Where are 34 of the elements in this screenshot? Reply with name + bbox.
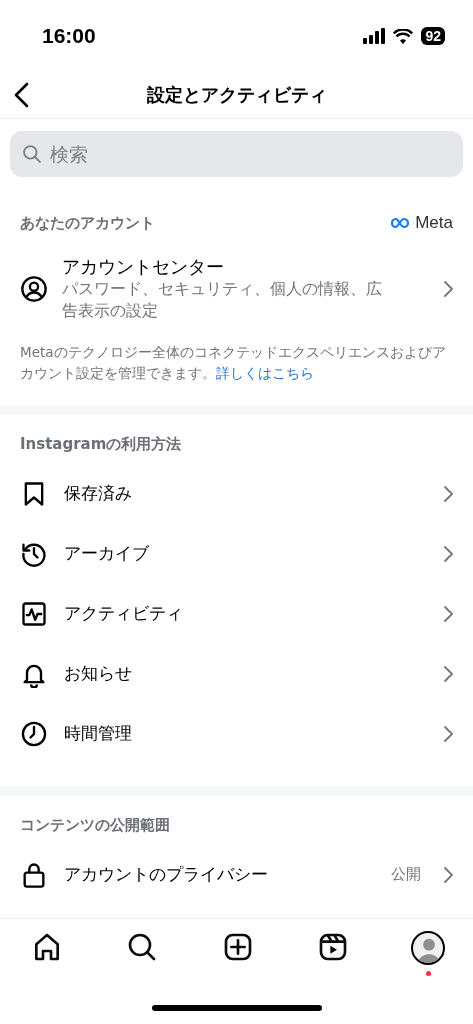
section-title: Instagramの利用方法: [20, 434, 182, 454]
status-time: 16:00: [42, 24, 96, 48]
section-title: コンテンツの公開範囲: [20, 815, 170, 835]
settings-item[interactable]: アカウントのプライバシー 公開: [0, 844, 473, 905]
settings-item[interactable]: アクティビティ: [0, 583, 473, 644]
chevron-icon: [443, 279, 453, 298]
settings-item[interactable]: 時間管理: [0, 703, 473, 764]
chevron-icon: [443, 724, 453, 743]
clock-icon: [20, 719, 48, 748]
activity-chart-icon: [20, 599, 48, 628]
account-center-item[interactable]: アカウントセンター パスワード、セキュリティ、個人の情報、広告表示の設定: [0, 233, 473, 323]
signal-icon: [363, 28, 386, 44]
battery-level: 92: [421, 27, 445, 45]
profile-avatar[interactable]: [411, 931, 445, 965]
item-subtitle: パスワード、セキュリティ、個人の情報、広告表示の設定: [62, 279, 383, 322]
settings-item[interactable]: アーカイブ: [0, 523, 473, 584]
wifi-icon: [393, 28, 414, 44]
chevron-icon: [443, 664, 453, 683]
item-value: 公開: [391, 865, 421, 885]
settings-item[interactable]: お知らせ: [0, 643, 473, 704]
description-text: Metaのテクノロジー全体のコネクテッドエクスペリエンスおよびアカウント設定を管理できます。詳しくはこちら: [19, 343, 447, 383]
chevron-icon: [443, 484, 453, 503]
user-circle-icon: [20, 274, 48, 303]
chevron-icon: [443, 865, 453, 884]
search-field[interactable]: 検索: [10, 131, 463, 177]
chevron-icon: [443, 544, 453, 563]
item-label: アカウントセンター: [62, 255, 225, 279]
search-icon: [22, 144, 42, 164]
section-title: あなたのアカウント: [20, 213, 155, 233]
chevron-icon: [443, 604, 453, 623]
learn-more-link[interactable]: 詳しくはこちら: [216, 364, 314, 381]
settings-item[interactable]: 保存済み: [0, 463, 473, 524]
page-title: 設定とアクティビティ: [146, 83, 327, 107]
brand-name: Meta: [415, 213, 453, 233]
